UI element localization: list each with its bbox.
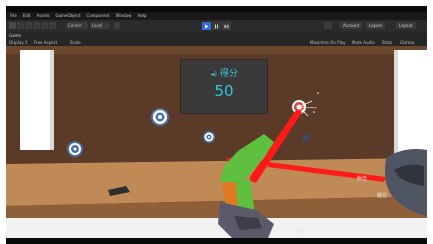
score-label: ◄) 得分 — [181, 66, 267, 79]
mute-audio-toggle[interactable]: Mute Audio — [352, 40, 375, 45]
resolution-dropdown[interactable]: Free Aspect — [34, 40, 57, 45]
ceiling-edge — [6, 46, 427, 54]
game-view-header: Game Display 1 Free Aspect Scale Maximiz… — [6, 32, 427, 47]
collab-icon[interactable] — [324, 22, 332, 29]
menu-window[interactable]: Window — [116, 12, 132, 20]
move-tool-icon[interactable] — [17, 22, 24, 29]
right-window-frame — [394, 50, 398, 160]
right-window — [398, 50, 427, 160]
step-button[interactable] — [222, 22, 231, 30]
tab-game[interactable]: Game — [9, 33, 21, 38]
rotate-tool-icon[interactable] — [25, 22, 32, 29]
layout-label: Layout — [399, 23, 413, 28]
main-toolbar: Center Local Account Layers Layout — [6, 20, 427, 32]
play-icon — [205, 24, 209, 28]
stats-toggle[interactable]: Stats — [382, 40, 392, 45]
scale-slider[interactable]: Scale — [70, 40, 81, 45]
game-viewport[interactable]: ◄) 得分 50 扣扳 射击 握住 — [6, 46, 427, 238]
trigger-label: 扣扳 — [294, 228, 305, 234]
account-dropdown[interactable]: Account — [340, 22, 363, 29]
left-window — [20, 50, 50, 150]
target-3 — [67, 141, 83, 157]
pivot-label: Center — [68, 23, 82, 28]
target-2 — [203, 131, 215, 143]
grid-snap-icon[interactable] — [114, 22, 120, 29]
hand-tool-icon[interactable] — [9, 22, 16, 29]
scale-tool-icon[interactable] — [33, 22, 40, 29]
layers-label: Layers — [369, 23, 383, 28]
screenshot-frame: File Edit Assets GameObject Component Wi… — [0, 0, 433, 244]
score-title: 得分 — [219, 69, 238, 79]
layout-dropdown[interactable]: Layout — [396, 22, 416, 29]
target-1 — [151, 108, 169, 126]
display-dropdown[interactable]: Display 1 — [9, 40, 28, 45]
menu-component[interactable]: Component — [86, 12, 109, 20]
unity-editor-window: File Edit Assets GameObject Component Wi… — [6, 12, 427, 238]
play-button[interactable] — [202, 22, 211, 30]
menu-gameobject[interactable]: GameObject — [55, 12, 80, 20]
gizmos-dropdown[interactable]: Gizmos — [400, 40, 415, 45]
grip-label: 握住 — [377, 193, 388, 199]
left-window-frame — [50, 50, 54, 150]
transform-tool-icon[interactable] — [49, 22, 56, 29]
menu-help[interactable]: Help — [137, 12, 146, 20]
pause-button[interactable] — [212, 22, 221, 30]
shoot-label: 射击 — [357, 176, 368, 182]
pivot-toggle[interactable]: Center — [66, 22, 88, 29]
rect-tool-icon[interactable] — [41, 22, 48, 29]
account-label: Account — [343, 23, 360, 28]
layers-dropdown[interactable]: Layers — [366, 22, 386, 29]
speaker-icon: ◄) — [210, 71, 218, 78]
menu-file[interactable]: File — [10, 12, 17, 20]
play-controls — [202, 22, 231, 30]
pause-icon — [215, 24, 218, 28]
maximize-on-play-toggle[interactable]: Maximize On Play — [310, 40, 346, 45]
floor-area — [6, 218, 427, 238]
space-toggle[interactable]: Local — [90, 22, 110, 29]
space-label: Local — [92, 23, 103, 28]
score-board: ◄) 得分 50 — [180, 59, 268, 114]
step-icon — [224, 24, 229, 28]
menu-edit[interactable]: Edit — [23, 12, 31, 20]
bullet-hole — [302, 134, 310, 142]
letterbox-bottom — [6, 238, 427, 244]
menu-assets[interactable]: Assets — [36, 12, 49, 20]
menu-bar: File Edit Assets GameObject Component Wi… — [6, 12, 427, 20]
score-value: 50 — [214, 82, 234, 100]
